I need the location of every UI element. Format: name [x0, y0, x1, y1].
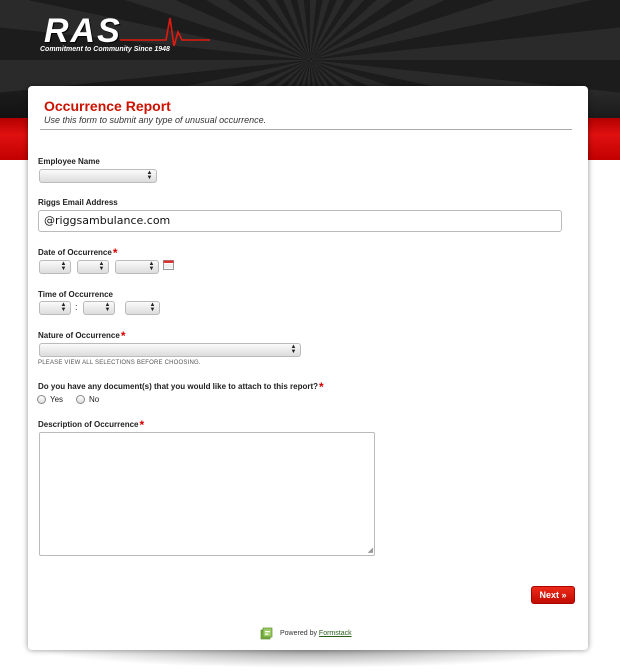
description-label-text: Description of Occurrence	[38, 420, 139, 429]
documents-no-label[interactable]: No	[89, 395, 99, 404]
form-title: Occurrence Report	[44, 98, 171, 114]
date-year-select[interactable]: ▲ ▼	[115, 260, 159, 274]
description-textarea[interactable]: ◢	[39, 432, 375, 556]
nature-label: Nature of Occurrence*	[38, 329, 126, 343]
date-label-text: Date of Occurrence	[38, 248, 112, 257]
required-marker: *	[112, 246, 118, 260]
documents-label-text: Do you have any document(s) that you wou…	[38, 382, 319, 391]
documents-no-radio[interactable]	[76, 395, 85, 404]
title-divider	[40, 129, 572, 130]
documents-yes-label[interactable]: Yes	[50, 395, 63, 404]
select-arrows-icon: ▲ ▼	[146, 170, 153, 181]
heartbeat-line-icon	[120, 17, 210, 47]
email-input[interactable]: @riggsambulance.com	[38, 210, 562, 232]
required-marker: *	[319, 380, 324, 394]
select-arrows-icon: ▲ ▼	[98, 261, 105, 272]
description-label: Description of Occurrence*	[38, 418, 145, 432]
select-arrows-icon: ▲ ▼	[290, 344, 297, 355]
time-ampm-select[interactable]: ▲ ▼	[125, 301, 160, 315]
select-arrows-icon: ▲ ▼	[148, 261, 155, 272]
time-separator: :	[75, 302, 78, 312]
date-label: Date of Occurrence*	[38, 246, 118, 260]
select-arrows-icon: ▲ ▼	[104, 302, 111, 313]
select-arrows-icon: ▲ ▼	[60, 302, 67, 313]
email-label: Riggs Email Address	[38, 198, 118, 207]
select-arrows-icon: ▲ ▼	[149, 302, 156, 313]
next-button[interactable]: Next »	[531, 586, 575, 604]
time-minute-select[interactable]: ▲ ▼	[83, 301, 115, 315]
nature-hint: PLEASE VIEW ALL SELECTIONS BEFORE CHOOSI…	[38, 360, 201, 366]
required-marker: *	[139, 418, 145, 432]
time-label: Time of Occurrence	[38, 290, 113, 299]
employee-name-label: Employee Name	[38, 157, 100, 166]
powered-by: Powered by Formstack	[280, 630, 352, 637]
formstack-logo-icon	[260, 627, 273, 640]
documents-yes-radio[interactable]	[37, 395, 46, 404]
calendar-icon[interactable]	[163, 260, 174, 270]
nature-label-text: Nature of Occurrence	[38, 331, 120, 340]
date-day-select[interactable]: ▲ ▼	[77, 260, 109, 274]
documents-label: Do you have any document(s) that you wou…	[38, 380, 324, 394]
required-marker: *	[120, 329, 126, 343]
formstack-link[interactable]: Formstack	[319, 630, 352, 637]
panel-bottom-shadow	[40, 650, 580, 668]
time-hour-select[interactable]: ▲ ▼	[39, 301, 71, 315]
select-arrows-icon: ▲ ▼	[60, 261, 67, 272]
powered-by-text: Powered by	[280, 630, 317, 637]
form-subtitle: Use this form to submit any type of unus…	[44, 115, 267, 125]
resize-handle-icon[interactable]: ◢	[368, 547, 373, 554]
employee-name-select[interactable]: ▲ ▼	[39, 169, 157, 183]
form-panel: Occurrence Report Use this form to submi…	[28, 86, 588, 650]
date-month-select[interactable]: ▲ ▼	[39, 260, 71, 274]
nature-select[interactable]: ▲ ▼	[39, 343, 301, 357]
logo-tagline: Commitment to Community Since 1948	[40, 46, 170, 53]
